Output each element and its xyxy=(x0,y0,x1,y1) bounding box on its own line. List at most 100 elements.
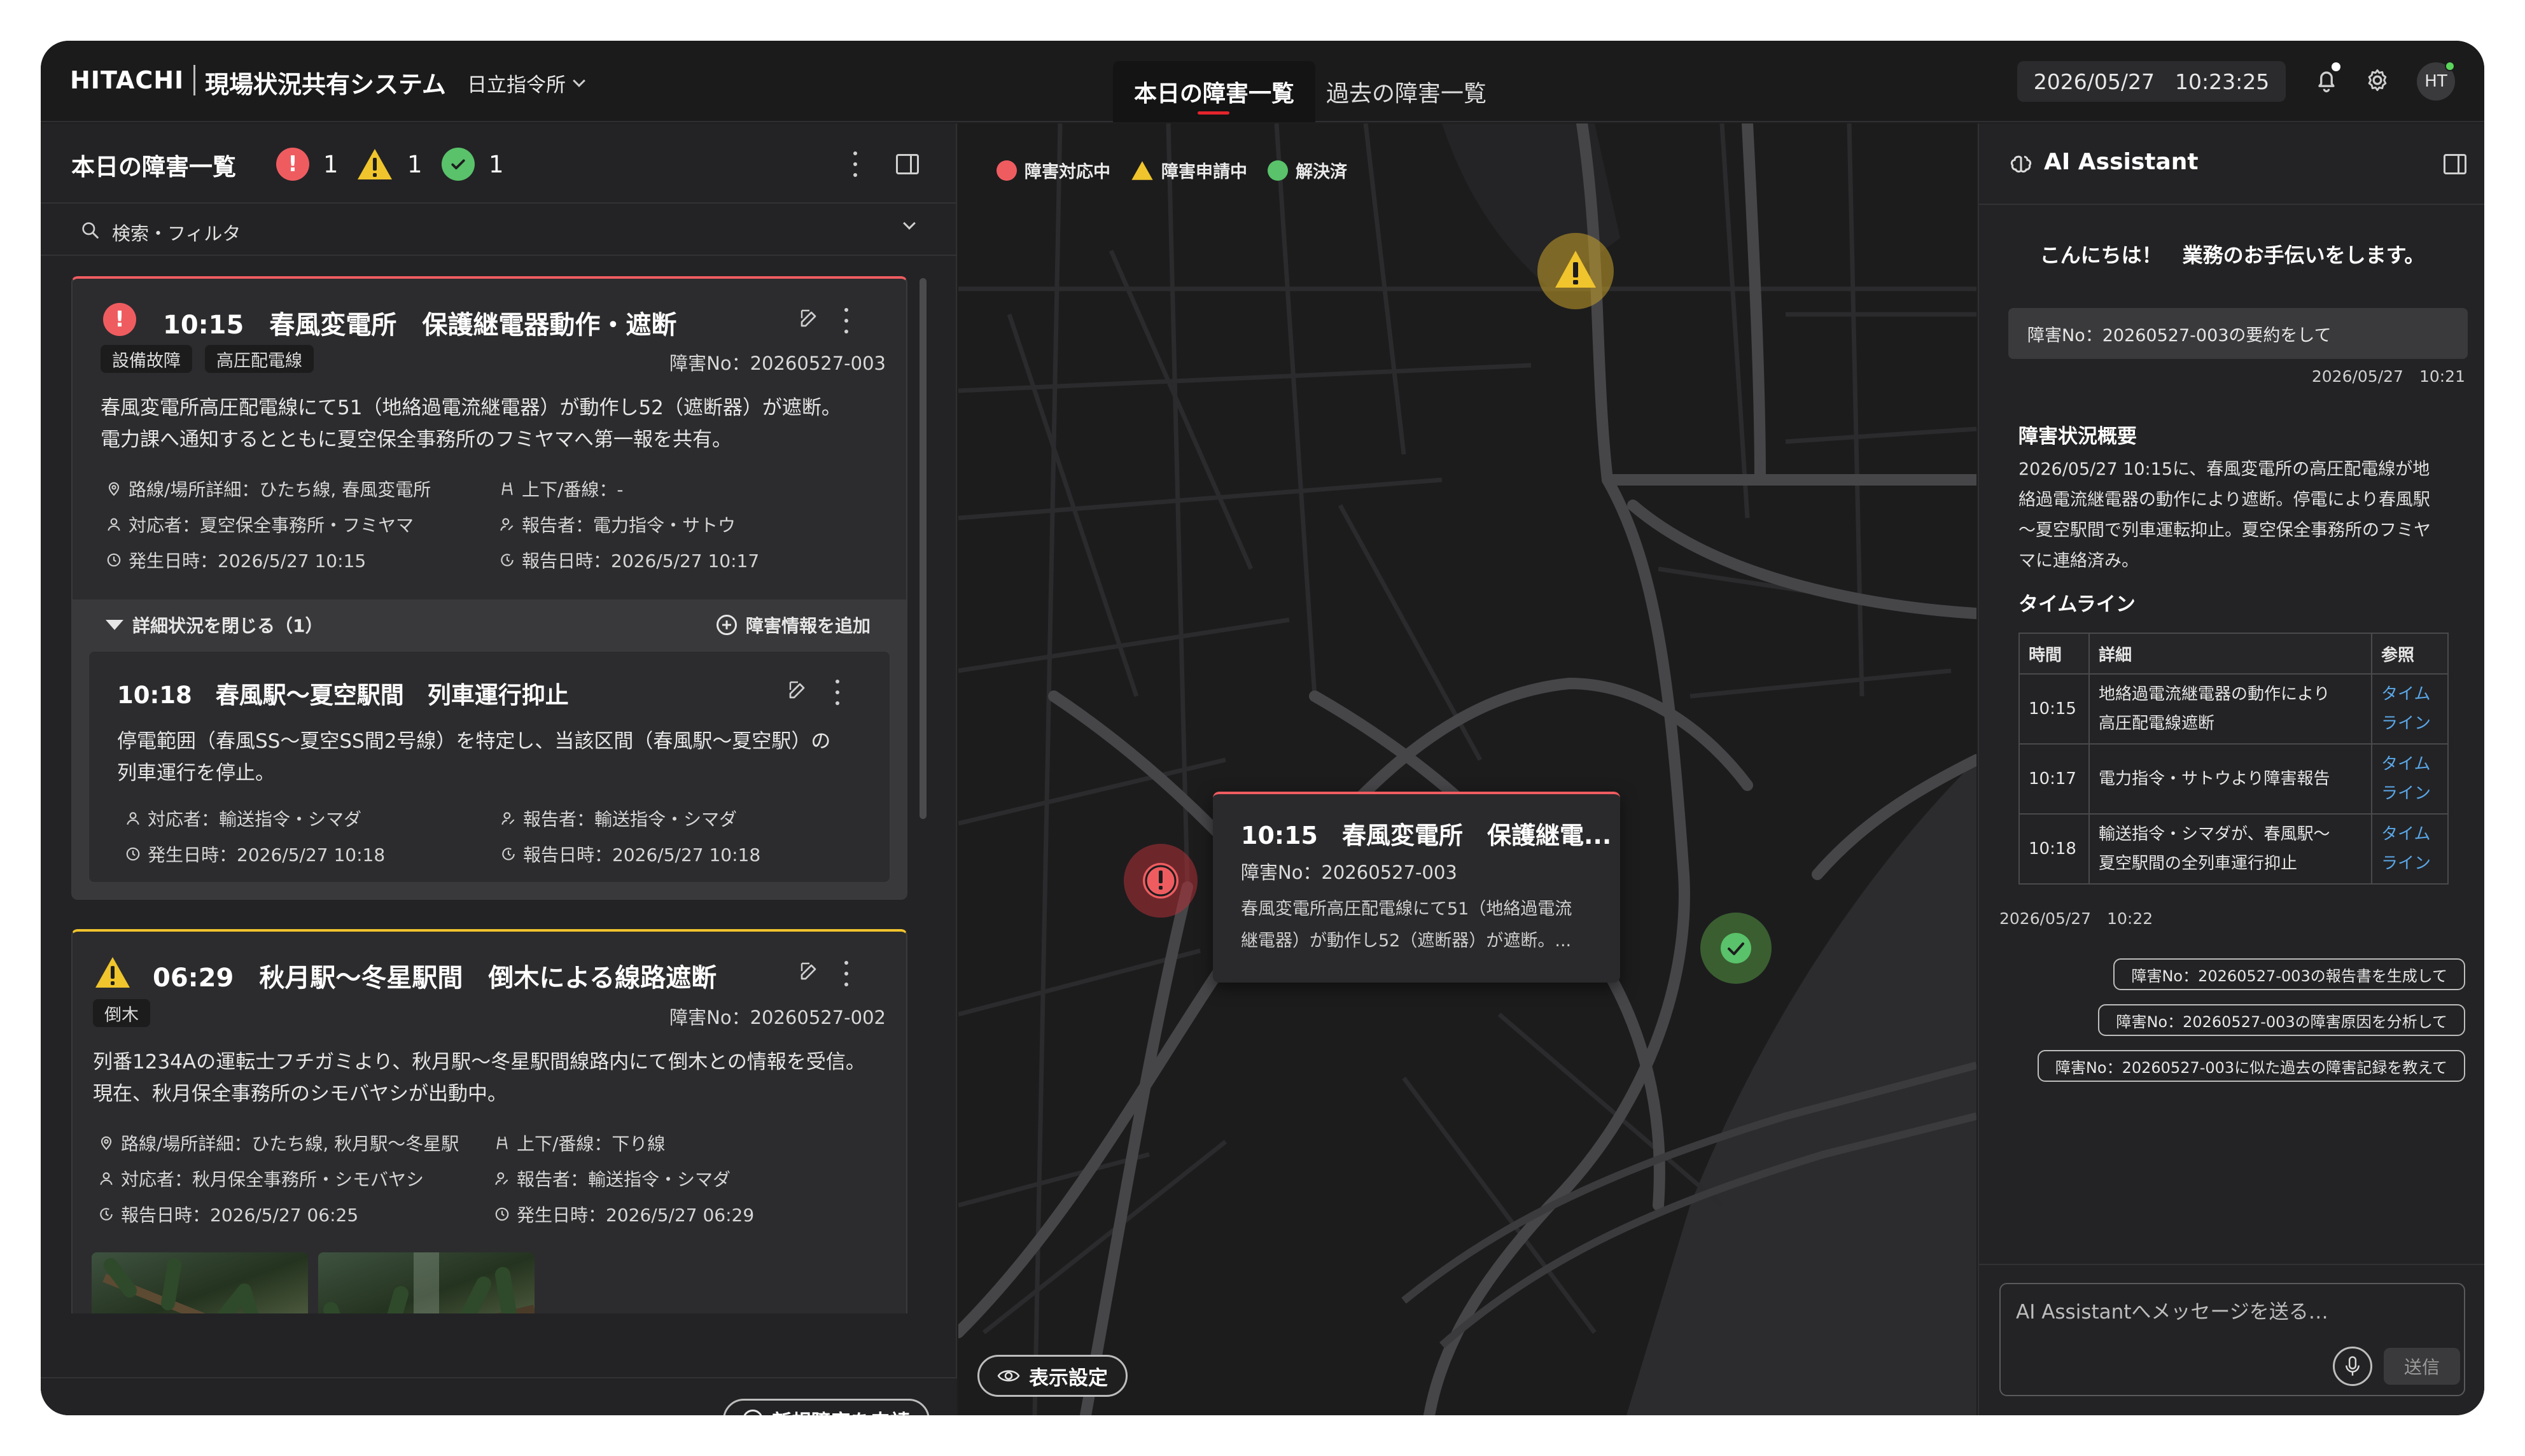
incident-map[interactable]: 障害対応中 障害申請中 解決済 10:15 春風変電所 保護継電... 障害No… xyxy=(958,123,1976,1415)
sub-report-title: 10:18 春風駅〜夏空駅間 列車運行抑止 xyxy=(117,682,569,709)
site-selector[interactable]: 日立指令所 xyxy=(467,69,585,97)
occurred-meta: 発生日時：2026/5/27 06:29 xyxy=(494,1201,754,1227)
ref-line: タイム xyxy=(2381,825,2431,844)
incident-description: 列番1234Aの運転士フチガミより、秋月駅〜冬星駅間線路内にて倒木との情報を受信… xyxy=(93,1046,888,1110)
detail-toggle-bar[interactable]: 詳細状況を閉じる（1） 障害情報を追加 xyxy=(73,599,906,650)
edit-icon[interactable] xyxy=(787,678,809,701)
responder-text: 対応者：輸送指令・シマダ xyxy=(148,809,362,830)
top-header: HITACHI 現場状況共有システム 日立指令所 本日の障害一覧 過去の障害一覧… xyxy=(41,41,2484,122)
table-cell-time: 10:17 xyxy=(2018,743,2090,815)
reporter-text: 報告者：輸送指令・シマダ xyxy=(517,1169,731,1190)
more-options-icon[interactable] xyxy=(851,151,859,177)
sub-report-container: 10:18 春風駅〜夏空駅間 列車運行抑止 停電範囲（春風SS〜夏空SS間2号線… xyxy=(73,650,906,900)
legend-pending-label: 障害申請中 xyxy=(1161,162,1247,182)
new-incident-label: 新規障害を申請 xyxy=(772,1406,910,1416)
sub-report-card[interactable]: 10:18 春風駅〜夏空駅間 列車運行抑止 停電範囲（春風SS〜夏空SS間2号線… xyxy=(88,650,891,883)
plus-circle-icon xyxy=(716,615,737,635)
suggestion-chip-similar[interactable]: 障害No：20260527-003に似た過去の障害記録を教えて xyxy=(2037,1050,2465,1082)
tab-today-incidents[interactable]: 本日の障害一覧 xyxy=(1113,61,1315,122)
incident-list-scroll[interactable]: ! 10:15 春風変電所 保護継電器動作・遮断 設備故障 高圧配電線 障害No… xyxy=(41,257,957,1313)
occurred-text: 発生日時：2026/5/27 10:15 xyxy=(129,550,367,571)
map-canvas[interactable] xyxy=(958,123,1976,1415)
track-icon xyxy=(501,482,513,495)
suggestion-chip-report[interactable]: 障害No：20260527-003の報告書を生成して xyxy=(2113,958,2465,990)
count-yellow-value: 1 xyxy=(407,150,423,178)
microphone-button[interactable] xyxy=(2333,1347,2372,1386)
count-green: 1 xyxy=(442,148,504,181)
timeline-table: 時間 詳細 参照 10:15 地絡過電流継電器の動作により 高圧配電線遮断 タイム… xyxy=(2018,633,2449,885)
edit-icon[interactable] xyxy=(798,960,821,983)
person-edit-icon xyxy=(495,1172,508,1186)
detail-line: 高圧配電線遮断 xyxy=(2099,714,2215,733)
incident-list-title: 本日の障害一覧 xyxy=(71,153,236,181)
ref-line: ライン xyxy=(2381,784,2431,803)
gear-icon[interactable] xyxy=(2363,66,2391,94)
search-filter-label: 検索・フィルタ xyxy=(112,223,241,244)
occurred-text: 発生日時：2026/5/27 10:18 xyxy=(148,844,386,865)
table-row: 10:17 電力指令・サトウより障害報告 タイム ライン xyxy=(2018,743,2449,815)
summary-line: マに連絡済み。 xyxy=(2018,551,2139,571)
incident-photo[interactable] xyxy=(318,1252,535,1313)
search-filter-bar[interactable]: 検索・フィルタ xyxy=(41,205,957,256)
clock-report-icon xyxy=(100,1208,113,1221)
new-incident-button[interactable]: 新規障害を申請 xyxy=(723,1399,930,1415)
incident-card[interactable]: 06:29 秋月駅〜冬星駅間 倒木による線路遮断 倒木 障害No：2026052… xyxy=(71,929,907,1313)
category-tag: 高圧配電線 xyxy=(205,345,314,373)
panel-toggle-icon[interactable] xyxy=(896,154,919,174)
direction-text: 上下/番線：下り線 xyxy=(517,1133,666,1154)
alert-red-icon: ! xyxy=(103,303,136,336)
occurred-text: 発生日時：2026/5/27 06:29 xyxy=(517,1205,755,1226)
display-settings-button[interactable]: 表示設定 xyxy=(977,1355,1128,1397)
ai-greeting: こんにちは！ 業務のお手伝いをします。 xyxy=(2039,243,2425,267)
count-green-value: 1 xyxy=(489,150,504,178)
timeline-reference-link[interactable]: タイム ライン xyxy=(2371,743,2449,815)
timeline-reference-link[interactable]: タイム ライン xyxy=(2371,673,2449,745)
table-cell-time: 10:18 xyxy=(2018,813,2090,885)
suggestion-chip-analyze[interactable]: 障害No：20260527-003の障害原因を分析して xyxy=(2098,1004,2465,1036)
responder-text: 対応者：夏空保全事務所・フミヤマ xyxy=(129,515,414,536)
fallen-tree-photo-image xyxy=(102,1258,258,1313)
add-incident-info-label: 障害情報を追加 xyxy=(745,615,871,636)
map-incident-popup[interactable]: 10:15 春風変電所 保護継電... 障害No：20260527-003 春風… xyxy=(1213,792,1620,983)
more-options-icon[interactable] xyxy=(834,680,841,705)
send-button[interactable]: 送信 xyxy=(2384,1348,2460,1385)
detail-line: 電力指令・サトウより障害報告 xyxy=(2099,769,2330,788)
warning-triangle-icon xyxy=(358,149,392,179)
responder-text: 対応者：秋月保全事務所・シモバヤシ xyxy=(121,1169,424,1190)
chevron-down-icon[interactable] xyxy=(903,217,916,230)
direction-text: 上下/番線：- xyxy=(522,479,624,500)
ai-assistant-header: AI Assistant xyxy=(1979,123,2484,205)
ai-message-input[interactable] xyxy=(2016,1297,2423,1327)
summary-line: 2026/05/27 10:15に、春風変電所の高圧配電線が地 xyxy=(2018,459,2430,479)
brain-icon xyxy=(2010,155,2032,173)
legend-pending: 障害申請中 xyxy=(1131,158,1247,183)
panel-toggle-icon[interactable] xyxy=(2444,154,2466,174)
count-red-value: 1 xyxy=(323,150,339,178)
ai-assistant-panel: AI Assistant こんにちは！ 業務のお手伝いをします。 障害No：20… xyxy=(1978,123,2484,1415)
more-options-icon[interactable] xyxy=(843,961,850,986)
fallen-tree-photo-image xyxy=(323,1252,535,1313)
warning-triangle-icon xyxy=(95,957,130,988)
ai-message-composer: 送信 xyxy=(1999,1283,2465,1396)
incident-photo[interactable] xyxy=(92,1252,308,1313)
clock-report-icon xyxy=(501,554,514,566)
legend-active: 障害対応中 xyxy=(997,158,1110,183)
edit-icon[interactable] xyxy=(798,307,821,330)
detail-toggle[interactable]: 詳細状況を閉じる（1） xyxy=(106,612,323,638)
summary-line: 〜夏空駅間で列車運転抑止。夏空保全事務所のフミヤ xyxy=(2018,521,2431,540)
check-marker-icon[interactable] xyxy=(1721,933,1751,963)
track-icon xyxy=(496,1137,508,1149)
timeline-reference-link[interactable]: タイム ライン xyxy=(2371,813,2449,885)
person-edit-icon xyxy=(500,518,514,531)
incident-card[interactable]: ! 10:15 春風変電所 保護継電器動作・遮断 設備故障 高圧配電線 障害No… xyxy=(71,276,907,900)
more-options-icon[interactable] xyxy=(843,308,850,333)
add-incident-info-button[interactable]: 障害情報を追加 xyxy=(716,612,871,638)
scrollbar-thumb[interactable] xyxy=(920,278,927,819)
ref-line: ライン xyxy=(2381,854,2431,873)
notification-dot xyxy=(2332,62,2340,71)
tab-past-incidents[interactable]: 過去の障害一覧 xyxy=(1326,61,1504,122)
ref-line: タイム xyxy=(2381,685,2431,704)
description-line: 春風変電所高圧配電線にて51（地絡過電流 xyxy=(1241,899,1572,919)
reported-meta: 報告日時：2026/5/27 10:18 xyxy=(500,841,760,867)
responder-meta: 対応者：秋月保全事務所・シモバヤシ xyxy=(98,1166,424,1191)
